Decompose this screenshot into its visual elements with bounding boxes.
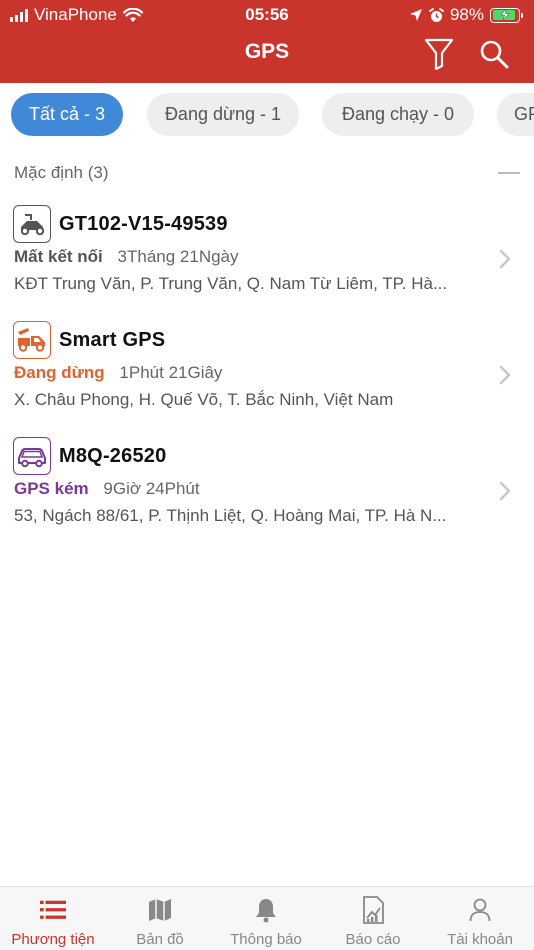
vehicle-address: X. Châu Phong, H. Quế Võ, T. Bắc Ninh, V… bbox=[14, 390, 394, 409]
vehicle-address: 53, Ngách 88/61, P. Thịnh Liệt, Q. Hoàng… bbox=[14, 506, 447, 525]
chevron-right-icon bbox=[499, 481, 511, 501]
vehicle-status: Mất kết nối bbox=[14, 247, 103, 266]
user-icon bbox=[467, 897, 493, 923]
tab-label: Thông báo bbox=[230, 931, 302, 948]
vehicle-duration: 9Giờ 24Phút bbox=[103, 479, 200, 498]
vehicle-name: Smart GPS bbox=[59, 329, 166, 351]
filter-icon bbox=[424, 38, 454, 70]
bell-icon bbox=[253, 897, 279, 923]
battery-icon bbox=[490, 7, 523, 23]
filter-chips: Tất cả - 3 Đang dừng - 1 Đang chạy - 0 G… bbox=[0, 83, 534, 148]
chip-all[interactable]: Tất cả - 3 bbox=[11, 93, 123, 136]
vehicle-status: GPS kém bbox=[14, 479, 89, 498]
vehicle-duration: 1Phút 21Giây bbox=[119, 363, 223, 382]
vehicle-status: Đang dừng bbox=[14, 363, 105, 382]
vehicle-item[interactable]: GT102-V15-49539 Mất kết nối 3Tháng 21Ngà… bbox=[0, 205, 534, 315]
group-title: Mặc định (3) bbox=[14, 163, 109, 182]
vehicle-address: KĐT Trung Văn, P. Trung Văn, Q. Nam Từ L… bbox=[14, 274, 448, 293]
tab-account[interactable]: Tài khoản bbox=[427, 887, 533, 950]
chip-running[interactable]: Đang chạy - 0 bbox=[322, 93, 474, 136]
location-arrow-icon bbox=[409, 9, 422, 21]
chevron-right-icon bbox=[499, 249, 511, 269]
tab-label: Bản đồ bbox=[136, 931, 184, 948]
scooter-icon bbox=[13, 205, 51, 243]
vehicle-item[interactable]: M8Q-26520 GPS kém 9Giờ 24Phút 53, Ngách … bbox=[0, 437, 534, 547]
report-icon bbox=[360, 896, 386, 924]
collapse-icon[interactable] bbox=[498, 172, 520, 174]
car-icon bbox=[13, 437, 51, 475]
battery-percent: 98% bbox=[449, 5, 484, 24]
vehicle-duration: 3Tháng 21Ngày bbox=[117, 247, 239, 266]
tab-label: Phương tiện bbox=[11, 931, 95, 948]
group-header[interactable]: Mặc định (3) bbox=[14, 163, 520, 185]
map-icon bbox=[147, 897, 173, 923]
app-screen: VinaPhone 05:56 98% GPS Tất cả - 3 Đang … bbox=[0, 0, 534, 950]
tab-notifications[interactable]: Thông báo bbox=[213, 887, 319, 950]
vehicle-name: GT102-V15-49539 bbox=[59, 213, 228, 235]
tab-bar: Phương tiện Bản đồ Thông báo Báo cáo Tài… bbox=[0, 886, 534, 950]
tab-map[interactable]: Bản đồ bbox=[107, 887, 213, 950]
tab-label: Báo cáo bbox=[345, 931, 401, 948]
tab-reports[interactable]: Báo cáo bbox=[320, 887, 426, 950]
search-button[interactable] bbox=[476, 36, 512, 72]
app-header: VinaPhone 05:56 98% GPS bbox=[0, 0, 534, 83]
vehicle-name: M8Q-26520 bbox=[59, 445, 167, 467]
search-icon bbox=[480, 40, 509, 69]
tab-label: Tài khoản bbox=[447, 931, 513, 948]
tab-vehicles[interactable]: Phương tiện bbox=[0, 887, 106, 950]
filter-button[interactable] bbox=[421, 36, 457, 72]
alarm-icon bbox=[429, 7, 444, 22]
tow-truck-icon bbox=[13, 321, 51, 359]
chip-gps[interactable]: GP bbox=[497, 93, 534, 136]
vehicle-item[interactable]: Smart GPS Đang dừng 1Phút 21Giây X. Châu… bbox=[0, 321, 534, 431]
chevron-right-icon bbox=[499, 365, 511, 385]
status-bar: VinaPhone 05:56 98% bbox=[0, 0, 534, 30]
chip-stopped[interactable]: Đang dừng - 1 bbox=[147, 93, 299, 136]
list-icon bbox=[40, 897, 66, 923]
